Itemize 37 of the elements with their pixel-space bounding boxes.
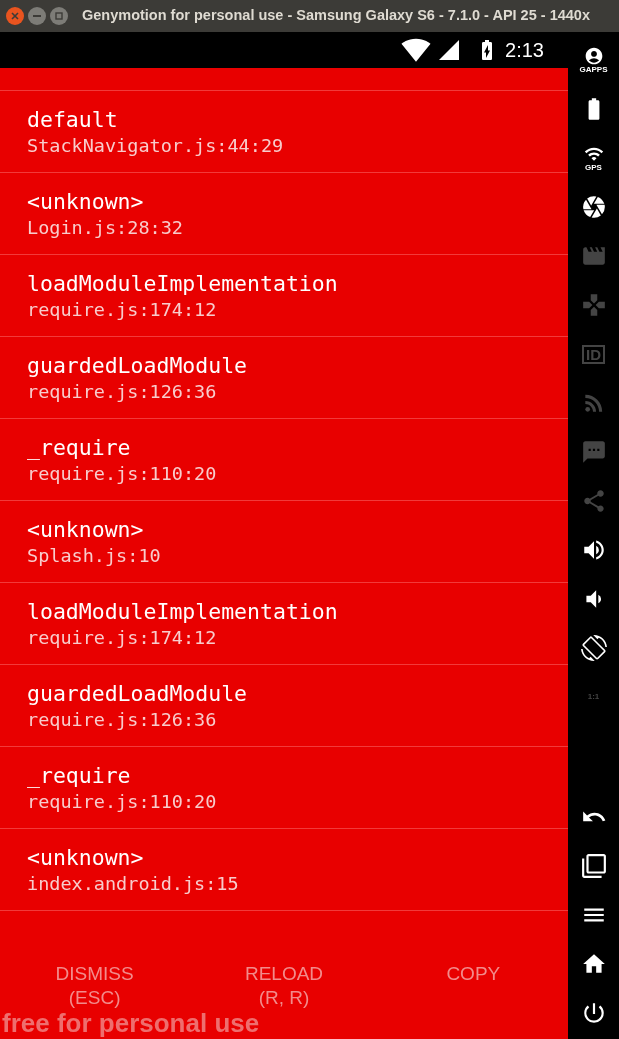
method-name: <unknown> bbox=[27, 189, 144, 215]
method-name: loadModuleImplementation bbox=[27, 599, 338, 625]
close-icon bbox=[11, 12, 19, 20]
file-location: StackNavigator.js:44:29 bbox=[27, 134, 284, 158]
signal-icon bbox=[437, 38, 462, 62]
file-location: require.js:110:20 bbox=[27, 790, 217, 814]
method-name: <unknown> bbox=[27, 517, 144, 543]
file-location: require.js:174:12 bbox=[27, 298, 217, 322]
rotate-icon bbox=[580, 635, 607, 661]
method-name: default bbox=[27, 107, 118, 133]
sidebar-tool[interactable]: GPS bbox=[573, 136, 614, 180]
window-title: Genymotion for personal use - Samsung Galaxy S6 - 7.1.0 - API 25 - 1440x bbox=[82, 6, 590, 26]
sidebar-tool[interactable]: GAPPS bbox=[573, 38, 614, 82]
file-location: Login.js:28:32 bbox=[27, 216, 183, 240]
method-name: guardedLoadModule bbox=[27, 353, 248, 379]
method-name: _require bbox=[27, 763, 131, 789]
maximize-button[interactable] bbox=[50, 7, 68, 25]
minimize-button[interactable] bbox=[28, 7, 46, 25]
dpad-icon bbox=[580, 292, 607, 318]
method-name: loadModuleImplementation bbox=[27, 271, 338, 297]
message-icon bbox=[580, 439, 607, 465]
file-location: require.js:174:12 bbox=[27, 626, 217, 650]
close-button[interactable] bbox=[6, 7, 24, 25]
file-location: Splash.js:10 bbox=[27, 544, 161, 568]
minimize-icon bbox=[33, 15, 41, 17]
file-location: require.js:126:36 bbox=[27, 708, 217, 732]
file-location: require.js:126:36 bbox=[27, 380, 217, 404]
method-name: _require bbox=[27, 435, 131, 461]
maximize-icon bbox=[55, 12, 63, 20]
file-location: index.android.js:15 bbox=[27, 872, 239, 896]
watermark-text: free for personal use bbox=[2, 1008, 260, 1039]
person-icon bbox=[583, 46, 604, 66]
recent-apps-icon bbox=[580, 853, 607, 879]
method-name: <unknown> bbox=[27, 845, 144, 871]
method-name: guardedLoadModule bbox=[27, 681, 248, 707]
clock: 2:13 bbox=[505, 38, 544, 63]
file-location: require.js:110:20 bbox=[27, 462, 217, 486]
